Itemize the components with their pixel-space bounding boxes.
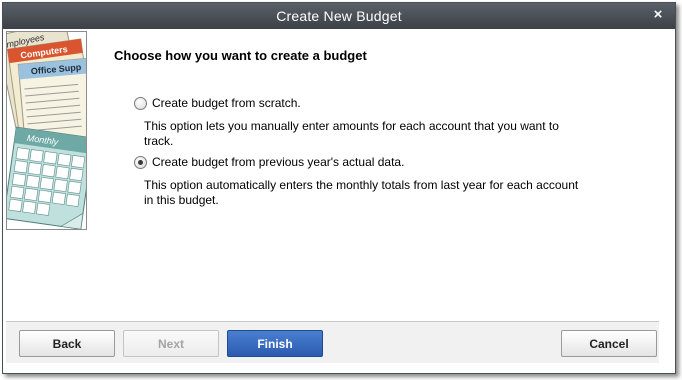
next-label: Next: [157, 336, 184, 351]
dialog-title: Create New Budget: [276, 8, 402, 24]
budget-illustration: mployees Computers Office Supp Monthly: [6, 31, 87, 230]
previous-year-radio[interactable]: [134, 155, 147, 169]
option-previous-year[interactable]: Create budget from previous year's actua…: [134, 155, 404, 169]
back-label: Back: [52, 336, 82, 351]
scratch-radio[interactable]: [134, 96, 147, 110]
budget-paperwork-calendar-icon: mployees Computers Office Supp Monthly: [7, 32, 86, 229]
title-bar: Create New Budget ×: [3, 3, 675, 29]
finish-button[interactable]: Finish: [227, 330, 323, 357]
cancel-button[interactable]: Cancel: [561, 330, 657, 357]
finish-label: Finish: [257, 336, 293, 351]
scratch-description: This option lets you manually enter amou…: [144, 119, 559, 148]
option-scratch[interactable]: Create budget from scratch.: [134, 96, 301, 110]
next-button[interactable]: Next: [123, 330, 219, 357]
cancel-label: Cancel: [589, 336, 629, 351]
back-button[interactable]: Back: [19, 330, 115, 357]
page-heading: Choose how you want to create a budget: [114, 48, 367, 63]
close-icon[interactable]: ×: [650, 6, 666, 24]
previous-year-description: This option automatically enters the mon…: [144, 178, 579, 207]
previous-year-label[interactable]: Create budget from previous year's actua…: [152, 155, 404, 169]
scratch-label[interactable]: Create budget from scratch.: [152, 96, 301, 110]
